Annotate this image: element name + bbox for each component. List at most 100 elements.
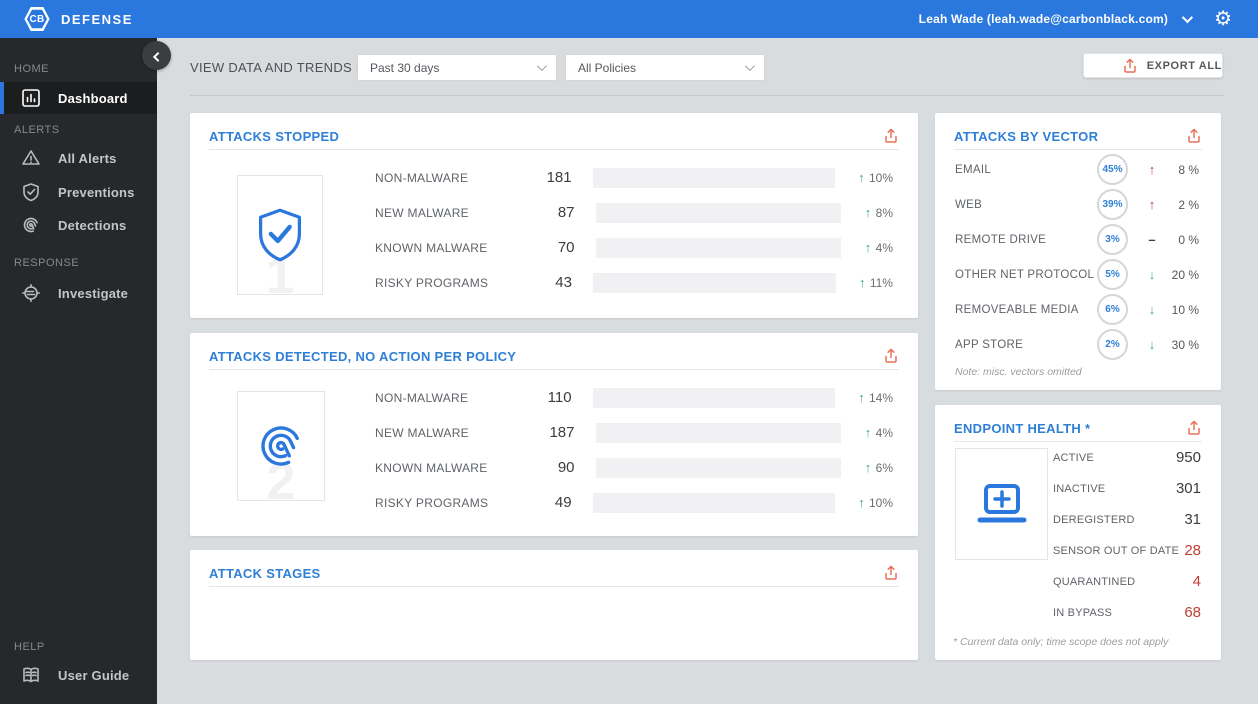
user-menu[interactable]: Leah Wade (leah.wade@carbonblack.com) [918,11,1194,26]
gear-icon[interactable]: ⚙ [1214,9,1232,29]
trend-change: 6% [875,460,894,475]
sidebar-item-investigate[interactable]: Investigate [0,277,157,309]
sidebar-item-user-guide[interactable]: User Guide [0,659,157,691]
sidebar-item-all-alerts[interactable]: All Alerts [0,142,157,174]
trend-up-arrow-icon: ↑ [864,425,872,440]
laptop-plus-icon [955,448,1048,560]
card-title: ATTACK STAGES [209,565,321,581]
sidebar-item-label: Investigate [58,285,129,301]
attack-stages-card: ATTACK STAGES [190,550,918,660]
card-divider [209,586,899,587]
export-all-button[interactable]: EXPORT ALL [1083,53,1223,78]
trend-bar [592,387,835,408]
trend-change: 14% [868,390,894,405]
endpoint-label: QUARANTINED [1053,575,1136,588]
vector-row: EMAIL 45% ↑ 8 % [955,152,1199,187]
endpoint-row: IN BYPASS 68 [1053,597,1201,628]
endpoint-value: 31 [1184,511,1201,528]
policy-select[interactable]: All Policies [565,54,765,81]
stat-label: KNOWN MALWARE [375,460,488,475]
card-divider [209,149,899,150]
endpoint-row: DEREGISTERD 31 [1053,504,1201,535]
card-divider [209,369,899,370]
card-title: ATTACKS BY VECTOR [954,128,1099,144]
stat-label: RISKY PROGRAMS [375,275,489,290]
endpoint-row: SENSOR OUT OF DATE 28 [1053,535,1201,566]
stat-label: NON-MALWARE [375,170,469,185]
sidebar-section-response: RESPONSE [14,257,80,269]
shield-check-icon [20,181,42,203]
export-icon[interactable] [1186,128,1202,144]
trend-up-arrow-icon: ↑ [864,240,872,255]
fingerprint-icon [20,214,42,236]
chevron-down-icon [1181,11,1194,24]
endpoint-value: 301 [1175,480,1201,497]
cb-logo-text: CB [26,9,48,29]
stat-row: RISKY PROGRAMS 43 ↑ 11% [375,265,893,300]
vector-row: REMOTE DRIVE 3% – 0 % [955,222,1199,257]
export-icon[interactable] [883,348,899,364]
export-icon[interactable] [883,565,899,581]
endpoint-label: SENSOR OUT OF DATE [1053,544,1180,557]
cb-hexagon-logo-icon: CB [24,7,50,31]
stat-label: RISKY PROGRAMS [375,495,489,510]
sidebar-item-dashboard[interactable]: Dashboard [0,82,157,114]
trend-up-arrow-icon: ↑ [1148,162,1156,177]
endpoint-label: INACTIVE [1053,482,1106,495]
stat-row: KNOWN MALWARE 70 ↑ 4% [375,230,893,265]
vector-label: REMOVEABLE MEDIA [955,303,1079,316]
endpoint-value: 68 [1184,604,1201,621]
vector-share-badge: 3% [1097,224,1128,255]
stat-value: 87 [557,204,575,221]
sidebar-item-label: Detections [58,217,127,233]
vector-row: REMOVEABLE MEDIA 6% ↓ 10 % [955,292,1199,327]
endpoint-health-card: ENDPOINT HEALTH * ACTIVE 950 INACTIVE 301 DE… [935,405,1221,660]
stat-value: 110 [547,389,572,406]
sidebar-item-label: User Guide [58,667,130,683]
stat-value: 43 [555,274,572,291]
endpoint-value: 950 [1175,449,1201,466]
trend-change: 4% [875,425,894,440]
trend-change: 2 % [1178,197,1199,212]
user-name: Leah Wade (leah.wade@carbonblack.com) [918,12,1169,26]
export-icon[interactable] [883,128,899,144]
vector-label: WEB [955,198,983,211]
sidebar-item-preventions[interactable]: Preventions [0,176,157,208]
stat-label: KNOWN MALWARE [375,240,488,255]
trend-change: 8% [875,205,894,220]
sidebar-item-label: All Alerts [58,150,117,166]
toolbar-divider [190,95,1224,96]
time-range-select[interactable]: Past 30 days [357,54,557,81]
brand-logo[interactable]: CB DEFENSE [22,6,133,32]
vector-label: APP STORE [955,338,1024,351]
trend-up-arrow-icon: ↑ [1148,197,1156,212]
stat-row: NON-MALWARE 181 ↑ 10% [375,160,893,195]
vector-share-badge: 45% [1097,154,1128,185]
trend-change: 20 % [1171,267,1199,282]
endpoint-row: ACTIVE 950 [1053,442,1201,473]
vector-row: OTHER NET PROTOCOL 5% ↓ 20 % [955,257,1199,292]
trend-bar [595,457,842,478]
export-icon [1123,58,1136,73]
vector-share-badge: 2% [1097,329,1128,360]
sidebar-collapse-button[interactable] [142,41,171,70]
vector-row: APP STORE 2% ↓ 30 % [955,327,1199,362]
sidebar-section-home: HOME [14,63,49,75]
trend-down-arrow-icon: ↓ [1148,302,1156,317]
endpoint-row: QUARANTINED 4 [1053,566,1201,597]
stat-row: NEW MALWARE 87 ↑ 8% [375,195,893,230]
trend-bar [595,202,842,223]
trend-change: 30 % [1171,337,1199,352]
sidebar-section-alerts: ALERTS [14,124,60,136]
export-icon[interactable] [1186,420,1202,436]
export-all-label: EXPORT ALL [1146,59,1222,72]
trend-bar [592,272,836,293]
card-title: ENDPOINT HEALTH * [954,420,1091,436]
vector-row: WEB 39% ↑ 2 % [955,187,1199,222]
trend-up-arrow-icon: ↑ [858,170,865,185]
sidebar-item-detections[interactable]: Detections [0,209,157,241]
trend-change: 0 % [1178,232,1199,247]
trend-change: 11% [869,275,893,290]
endpoint-row: INACTIVE 301 [1053,473,1201,504]
chevron-down-icon [536,61,547,72]
